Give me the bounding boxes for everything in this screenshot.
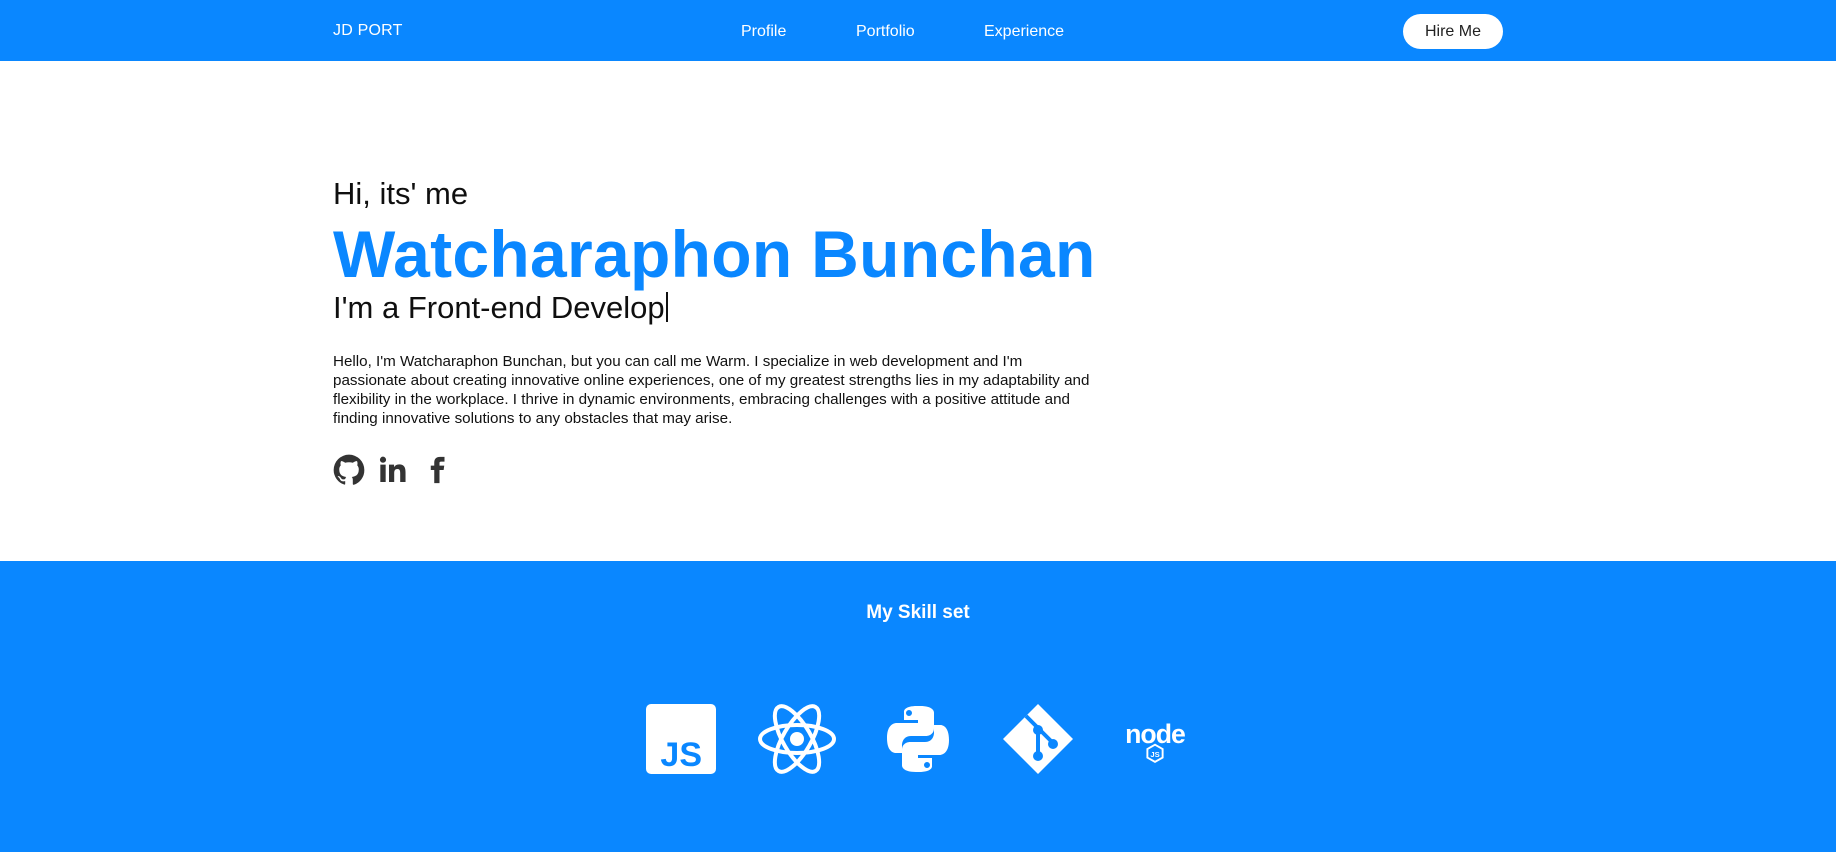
react-icon <box>757 699 837 779</box>
python-icon <box>878 699 958 779</box>
linkedin-icon[interactable] <box>377 452 409 488</box>
typing-text: I'm a Front-end Develop <box>333 290 665 325</box>
github-icon[interactable] <box>333 452 365 488</box>
git-icon <box>998 699 1078 779</box>
nav-link-profile[interactable]: Profile <box>741 23 786 41</box>
svg-text:JS: JS <box>660 736 702 774</box>
hire-me-button[interactable]: Hire Me <box>1403 14 1503 49</box>
hero-greeting: Hi, its' me <box>333 176 469 211</box>
social-links <box>333 452 453 488</box>
skills-title: My Skill set <box>866 602 970 623</box>
javascript-icon: JS <box>641 699 721 779</box>
skills-section: My Skill set JS node JS <box>0 561 1836 852</box>
facebook-icon[interactable] <box>421 452 453 488</box>
hero-name: Watcharaphon Bunchan <box>333 217 1096 291</box>
top-navbar: JD PORT Profile Portfolio Experience Hir… <box>0 0 1836 61</box>
nav-links: Profile Portfolio Experience <box>0 23 1836 43</box>
hero-bio: Hello, I'm Watcharaphon Bunchan, but you… <box>333 353 1090 427</box>
nodejs-icon: node JS <box>1115 699 1195 779</box>
svg-text:JS: JS <box>1150 750 1159 759</box>
nav-link-experience[interactable]: Experience <box>984 23 1064 41</box>
typing-caret <box>665 292 668 322</box>
nav-link-portfolio[interactable]: Portfolio <box>856 23 915 41</box>
hero-role: I'm a Front-end Develop <box>333 290 668 326</box>
